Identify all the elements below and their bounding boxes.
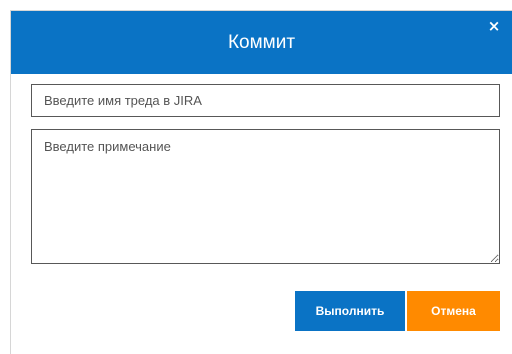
jira-thread-input[interactable] [31,84,500,117]
dialog-title: Коммит [227,32,296,53]
cancel-button[interactable]: Отмена [407,291,500,331]
execute-button[interactable]: Выполнить [295,291,405,331]
note-textarea[interactable] [31,129,500,264]
close-icon[interactable]: × [484,15,504,37]
dialog-header: Коммит × [11,11,512,74]
commit-dialog: Коммит × Выполнить Отмена [10,10,512,354]
